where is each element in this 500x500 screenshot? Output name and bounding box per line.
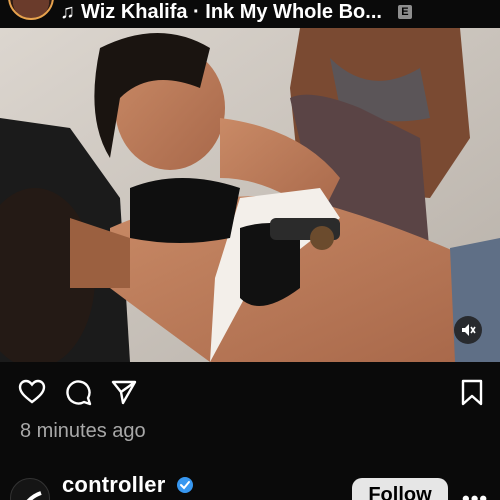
- post-header: ♫ Wiz Khalifa · Ink My Whole Bo... E: [0, 0, 500, 28]
- comment-icon[interactable]: [64, 378, 92, 406]
- music-note-icon: ♫: [60, 1, 75, 23]
- post-view: ♫ Wiz Khalifa · Ink My Whole Bo... E 8 m…: [0, 0, 500, 500]
- photo-illustration: [0, 28, 500, 362]
- action-bar: [0, 362, 500, 418]
- music-attribution[interactable]: ♫ Wiz Khalifa · Ink My Whole Bo... E: [60, 0, 412, 24]
- heart-icon[interactable]: [18, 378, 46, 406]
- send-icon[interactable]: [110, 378, 138, 406]
- music-track-label: Wiz Khalifa · Ink My Whole Bo...: [81, 0, 382, 23]
- story-avatar[interactable]: [8, 0, 54, 20]
- author-avatar[interactable]: [10, 478, 50, 500]
- verified-badge-icon: [177, 477, 193, 493]
- speaker-muted-icon[interactable]: [454, 316, 482, 344]
- follow-button[interactable]: Follow: [352, 478, 448, 500]
- bookmark-icon[interactable]: [458, 378, 486, 406]
- author-row: controller Follow •••: [0, 460, 500, 500]
- post-timestamp: 8 minutes ago: [20, 420, 146, 442]
- author-username[interactable]: controller: [62, 472, 165, 498]
- post-photo[interactable]: [0, 28, 500, 362]
- explicit-badge: E: [397, 5, 412, 19]
- more-options-button[interactable]: •••: [462, 486, 488, 500]
